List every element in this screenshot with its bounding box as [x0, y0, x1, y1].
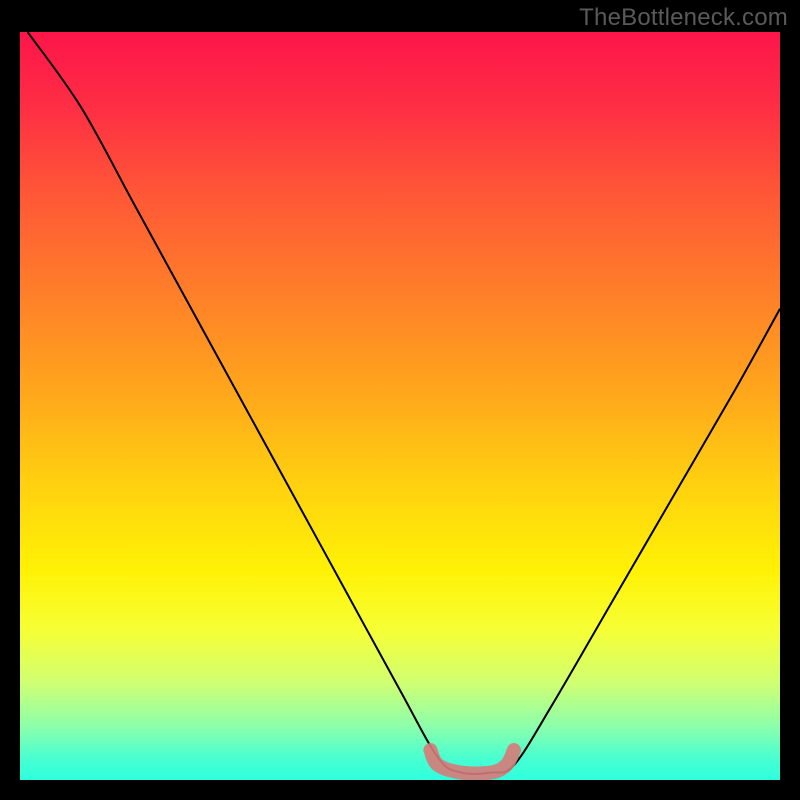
chart-svg [20, 32, 780, 780]
plot-area [20, 32, 780, 780]
watermark-label: TheBottleneck.com [579, 4, 788, 32]
chart-frame: TheBottleneck.com [0, 0, 800, 800]
flat-bottom-marker [430, 750, 514, 773]
bottleneck-curve-line [28, 32, 780, 774]
